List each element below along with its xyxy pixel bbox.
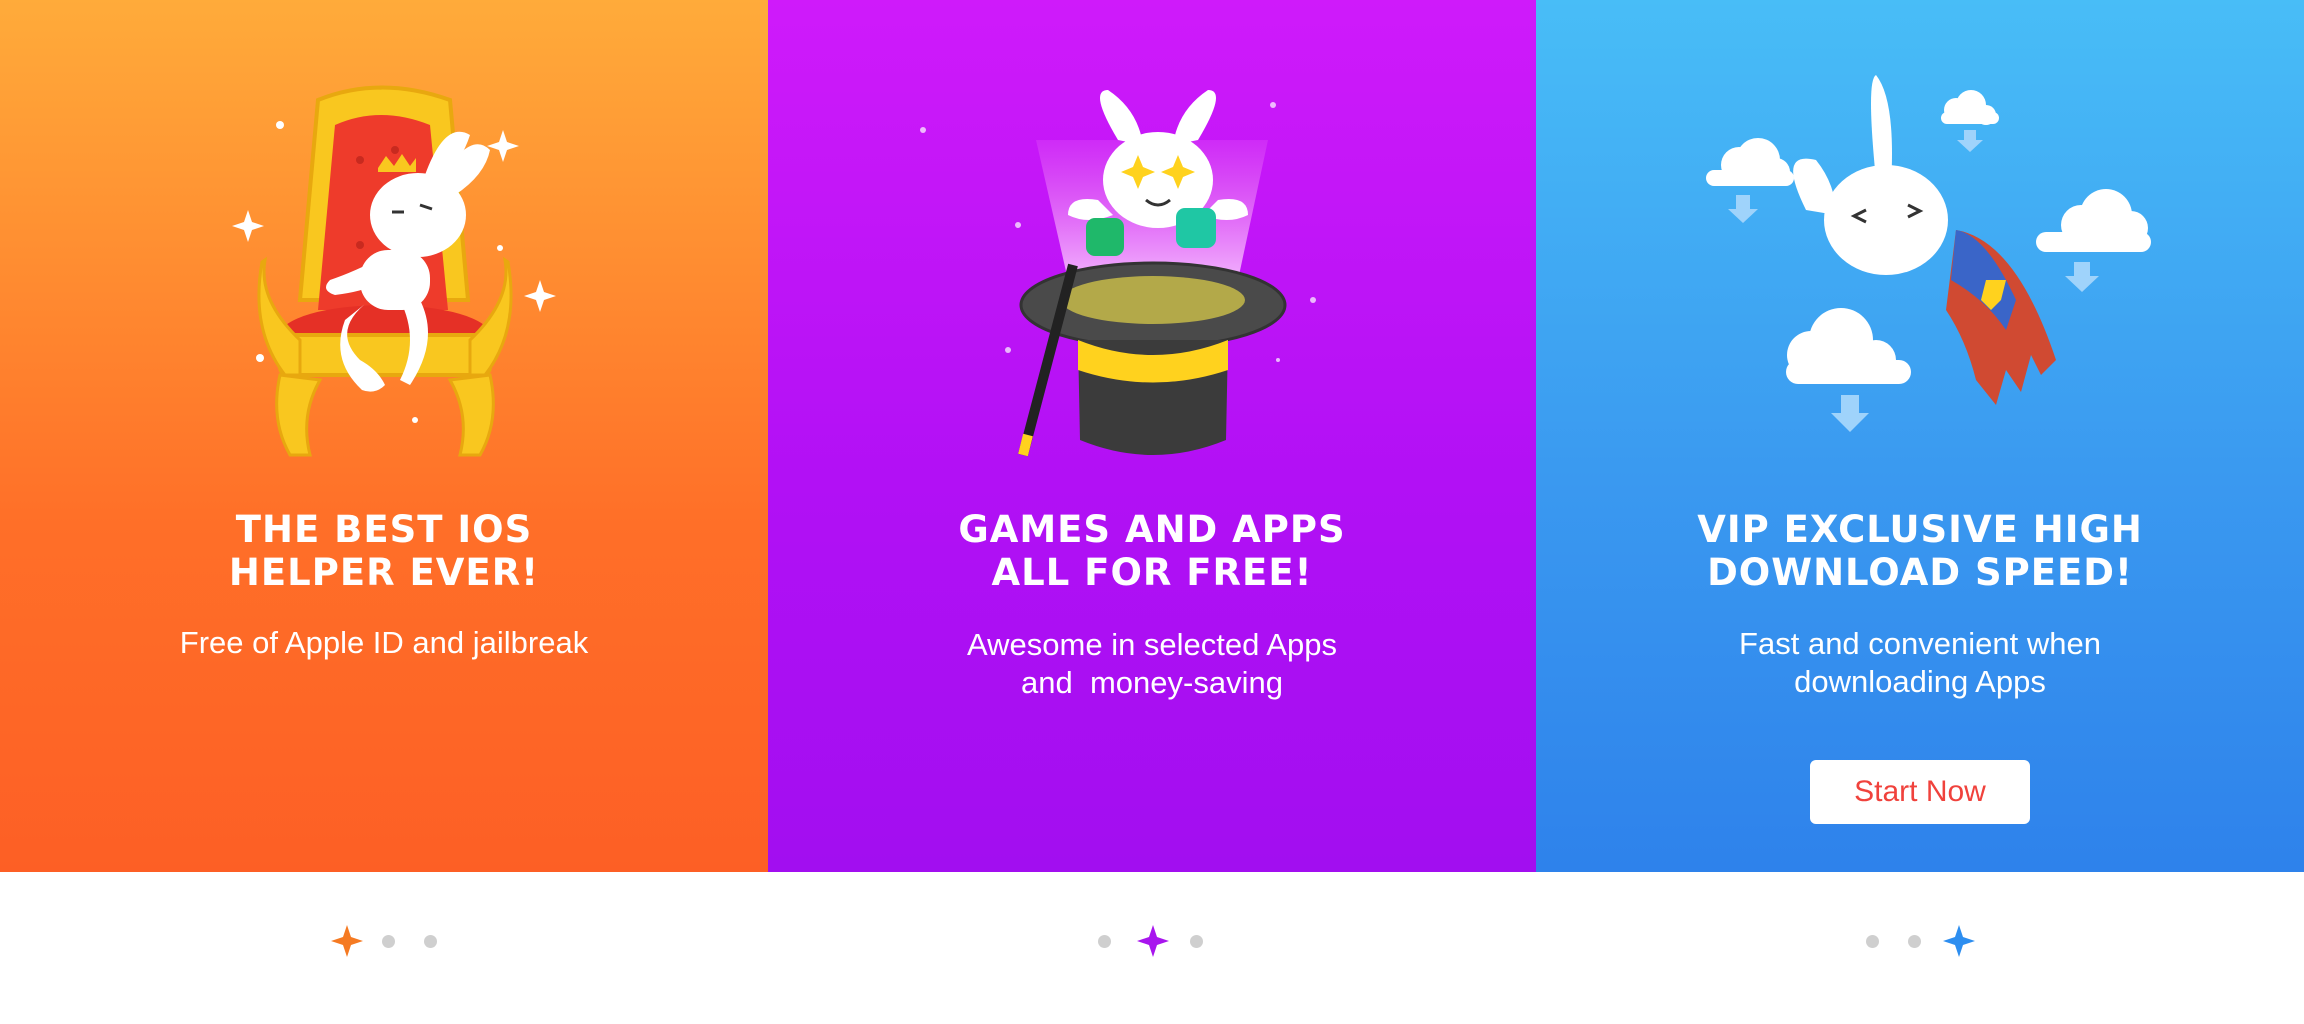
- panel-subtitle-line-2: downloading Apps: [1794, 664, 2046, 699]
- onboarding-panel-3: VIP EXCLUSIVE HIGH DOWNLOAD SPEED! Fast …: [1536, 0, 2304, 872]
- panel-title-line-2: DOWNLOAD SPEED!: [1707, 551, 2133, 594]
- pagination-dot[interactable]: [382, 935, 395, 948]
- onboarding-panel-1: THE BEST IOS HELPER EVER! Free of Apple …: [0, 0, 768, 872]
- magic-hat-rabbit-illustration: [920, 90, 1316, 457]
- panel-title: VIP EXCLUSIVE HIGH DOWNLOAD SPEED!: [1536, 508, 2304, 594]
- panel-title-line-2: HELPER EVER!: [228, 551, 540, 594]
- panel-title-line-1: THE BEST IOS: [235, 508, 533, 551]
- panel-subtitle-line-1: Awesome in selected Apps: [967, 627, 1337, 662]
- start-now-button[interactable]: Start Now: [1810, 760, 2030, 824]
- panel-subtitle: Fast and convenient when downloading App…: [1536, 625, 2304, 701]
- panel-title-line-2: ALL FOR FREE!: [991, 551, 1313, 594]
- panel-title-line-1: VIP EXCLUSIVE HIGH: [1697, 508, 2143, 551]
- pagination-dot[interactable]: [1866, 935, 1879, 948]
- panel-subtitle-line-2: and money-saving: [1021, 665, 1283, 700]
- throne-rabbit-illustration: [232, 85, 556, 457]
- panel-subtitle: Free of Apple ID and jailbreak: [0, 624, 768, 662]
- sparkle-star-icon: [1137, 925, 1169, 957]
- sparkle-star-icon: [1943, 925, 1975, 957]
- panel-subtitle-line-1: Fast and convenient when: [1739, 626, 2101, 661]
- pagination-dot[interactable]: [1190, 935, 1203, 948]
- panel-subtitle-line-1: Free of Apple ID and jailbreak: [179, 625, 589, 660]
- pagination-dot[interactable]: [1098, 935, 1111, 948]
- panel-title: THE BEST IOS HELPER EVER!: [0, 508, 768, 594]
- sparkle-star-icon: [331, 925, 363, 957]
- panel-title: GAMES AND APPS ALL FOR FREE!: [768, 508, 1536, 594]
- panel-title-line-1: GAMES AND APPS: [958, 508, 1346, 551]
- panel-subtitle: Awesome in selected Apps and money-savin…: [768, 626, 1536, 702]
- pagination-indicator-1: [330, 920, 450, 960]
- pagination-dot[interactable]: [424, 935, 437, 948]
- onboarding-panel-2: GAMES AND APPS ALL FOR FREE! Awesome in …: [768, 0, 1536, 872]
- superhero-rabbit-illustration: [1706, 75, 2151, 432]
- pagination-indicator-3: [1866, 920, 1986, 960]
- pagination-dot[interactable]: [1908, 935, 1921, 948]
- pagination-indicator-2: [1098, 920, 1218, 960]
